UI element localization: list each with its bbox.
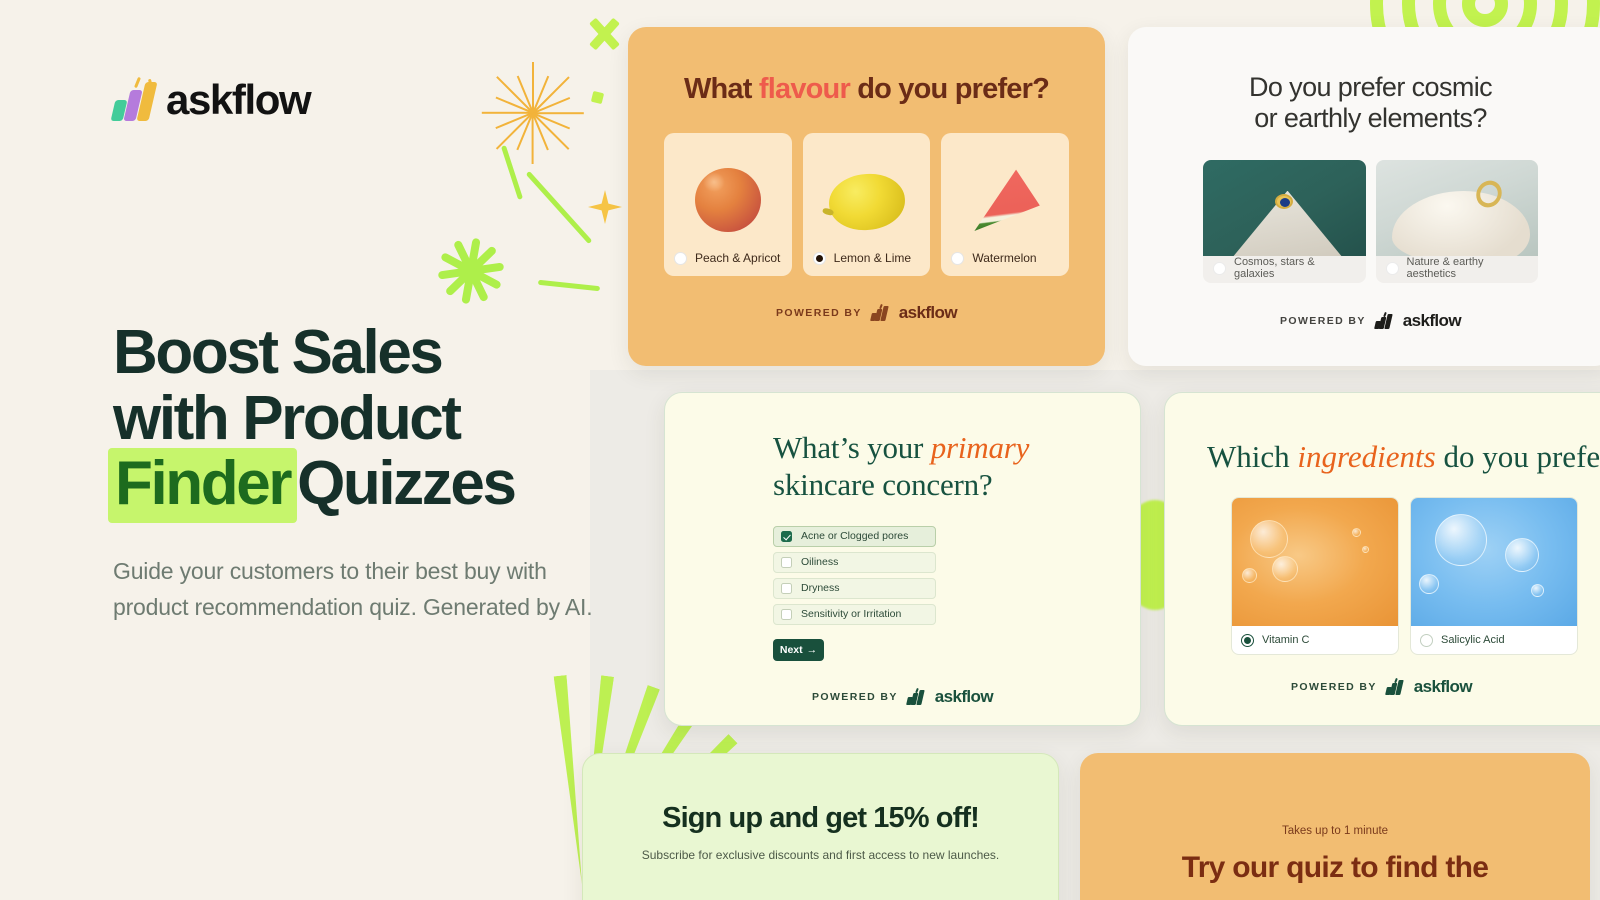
powered-by-footer: POWERED BY askflow xyxy=(665,687,1140,707)
try-quiz-kicker: Takes up to 1 minute xyxy=(1281,825,1389,837)
watermelon-slice-photo xyxy=(941,133,1069,246)
try-quiz-heading: Try our quiz to find the xyxy=(1181,851,1489,884)
quiz-question-flavour: What flavour do you prefer? xyxy=(683,73,1050,105)
next-button[interactable]: Next → xyxy=(773,638,824,661)
signup-heading: Sign up and get 15% off! xyxy=(662,802,980,834)
option-label: Watermelon xyxy=(972,251,1037,265)
checkbox-acne[interactable] xyxy=(781,530,792,542)
arrow-right-icon: → xyxy=(806,643,818,656)
quiz-card-skincare[interactable]: What’s your primary skincare concern? Ac… xyxy=(664,392,1141,726)
askflow-bars-logo-icon xyxy=(110,76,158,121)
skincare-options: Acne or Clogged pores Oiliness Dryness S… xyxy=(773,525,936,625)
powered-by-brand: askflow xyxy=(1413,677,1473,696)
powered-by-label: POWERED BY xyxy=(1291,681,1377,693)
checkbox-oiliness[interactable] xyxy=(781,556,792,568)
radio-lemon-lime[interactable] xyxy=(812,251,826,265)
option-label: Salicylic Acid xyxy=(1441,634,1505,646)
radio-cosmos[interactable] xyxy=(1213,261,1226,275)
quiz-card-cosmic[interactable]: Do you prefer cosmic or earthly elements… xyxy=(1128,27,1600,366)
quiz-question-skincare: What’s your primary skincare concern? xyxy=(773,430,1030,502)
page-title: Boost Sales with Product Finder Quizzes xyxy=(108,318,593,524)
powered-by-brand: askflow xyxy=(1402,310,1462,330)
quiz-card-signup[interactable]: Sign up and get 15% off! Subscribe for e… xyxy=(582,753,1059,900)
powered-by-footer: POWERED BY askflow xyxy=(628,303,1105,323)
radio-watermelon[interactable] xyxy=(951,251,965,265)
quiz-question-ingredients: Which ingredients do you prefer xyxy=(1207,439,1600,474)
option-label: Sensitivity or Irritation xyxy=(801,608,902,621)
flavour-options: Peach & Apricot Lemon & Lime Watermelon xyxy=(664,133,1070,276)
option-label: Dryness xyxy=(801,582,840,595)
checkbox-sensitivity[interactable] xyxy=(781,608,792,620)
powered-by-label: POWERED BY xyxy=(1280,314,1366,327)
option-salicylic-acid[interactable]: Salicylic Acid xyxy=(1410,497,1578,655)
option-acne[interactable]: Acne or Clogged pores xyxy=(773,525,936,547)
option-peach-apricot[interactable]: Peach & Apricot xyxy=(664,133,792,276)
question-line-1: Do you prefer cosmic xyxy=(1248,72,1493,102)
signup-subtext: Subscribe for exclusive discounts and fi… xyxy=(641,848,1000,862)
radio-nature[interactable] xyxy=(1385,261,1399,275)
powered-by-footer: POWERED BY askflow xyxy=(1165,677,1598,697)
brand-name: askflow xyxy=(166,76,312,123)
quiz-question-cosmic: Do you prefer cosmic or earthly elements… xyxy=(1128,72,1600,135)
checkbox-dryness[interactable] xyxy=(781,582,792,594)
peach-photo xyxy=(664,133,792,246)
option-label: Oiliness xyxy=(801,556,839,569)
cosmic-options: Cosmos, stars & galaxies Nature & earthy… xyxy=(1203,159,1538,283)
askflow-bars-logo-icon xyxy=(869,303,890,321)
hero-section: askflow Boost Sales with Product Finder Q… xyxy=(108,70,593,625)
question-emphasis: flavour xyxy=(758,73,851,105)
question-line-2: or earthly elements? xyxy=(1254,103,1487,134)
option-label: Lemon & Lime xyxy=(833,251,912,265)
powered-by-label: POWERED BY xyxy=(812,690,898,703)
sapphire-ring-on-rock-photo xyxy=(1203,159,1366,256)
askflow-bars-logo-icon xyxy=(1384,677,1405,695)
option-label: Peach & Apricot xyxy=(695,251,781,265)
option-label: Nature & earthy aesthetics xyxy=(1406,256,1484,281)
quiz-card-ingredients[interactable]: Which ingredients do you prefer Vitamin … xyxy=(1164,392,1600,726)
option-oiliness[interactable]: Oiliness xyxy=(773,551,936,573)
brand-logo[interactable]: askflow xyxy=(110,70,593,130)
ingredient-options: Vitamin C Salicylic Acid xyxy=(1231,497,1600,655)
quiz-card-try[interactable]: Takes up to 1 minute Try our quiz to fin… xyxy=(1080,753,1590,900)
option-watermelon[interactable]: Watermelon xyxy=(941,133,1070,276)
headline-highlight: Finder xyxy=(108,448,298,524)
option-vitamin-c[interactable]: Vitamin C xyxy=(1231,497,1399,655)
question-emphasis: ingredients xyxy=(1297,439,1436,474)
hero-subcopy: Guide your customers to their best buy w… xyxy=(113,558,593,621)
page-root: askflow Boost Sales with Product Finder Q… xyxy=(0,0,1600,900)
radio-vitamin-c[interactable] xyxy=(1241,633,1254,647)
askflow-bars-logo-icon xyxy=(905,687,926,705)
option-dryness[interactable]: Dryness xyxy=(773,577,936,599)
headline-line-2: with Product xyxy=(113,383,462,453)
powered-by-footer: POWERED BY askflow xyxy=(1128,311,1600,331)
option-label: Acne or Clogged pores xyxy=(801,530,909,543)
option-label: Vitamin C xyxy=(1262,634,1310,646)
option-sensitivity[interactable]: Sensitivity or Irritation xyxy=(773,603,936,625)
quiz-card-flavour[interactable]: What flavour do you prefer? Peach & Apri… xyxy=(628,27,1105,366)
powered-by-brand: askflow xyxy=(898,303,958,322)
option-label: Cosmos, stars & galaxies xyxy=(1234,256,1315,281)
radio-salicylic-acid[interactable] xyxy=(1420,633,1433,647)
headline-line-1: Boost Sales xyxy=(113,318,444,387)
powered-by-brand: askflow xyxy=(934,686,994,706)
radio-peach-apricot[interactable] xyxy=(674,251,687,265)
headline-tail: Quizzes xyxy=(297,449,517,519)
powered-by-label: POWERED BY xyxy=(776,307,862,319)
option-lemon-lime[interactable]: Lemon & Lime xyxy=(802,133,931,276)
orange-oil-bubbles-photo xyxy=(1232,498,1398,626)
blue-water-bubbles-photo xyxy=(1411,498,1577,626)
question-emphasis: primary xyxy=(930,430,1030,465)
next-button-label: Next xyxy=(779,643,803,656)
option-cosmos[interactable]: Cosmos, stars & galaxies xyxy=(1203,159,1366,283)
askflow-bars-logo-icon xyxy=(1373,311,1394,329)
lemon-photo xyxy=(803,133,931,246)
gold-ring-on-shell-photo xyxy=(1375,159,1538,256)
option-nature[interactable]: Nature & earthy aesthetics xyxy=(1375,159,1538,283)
